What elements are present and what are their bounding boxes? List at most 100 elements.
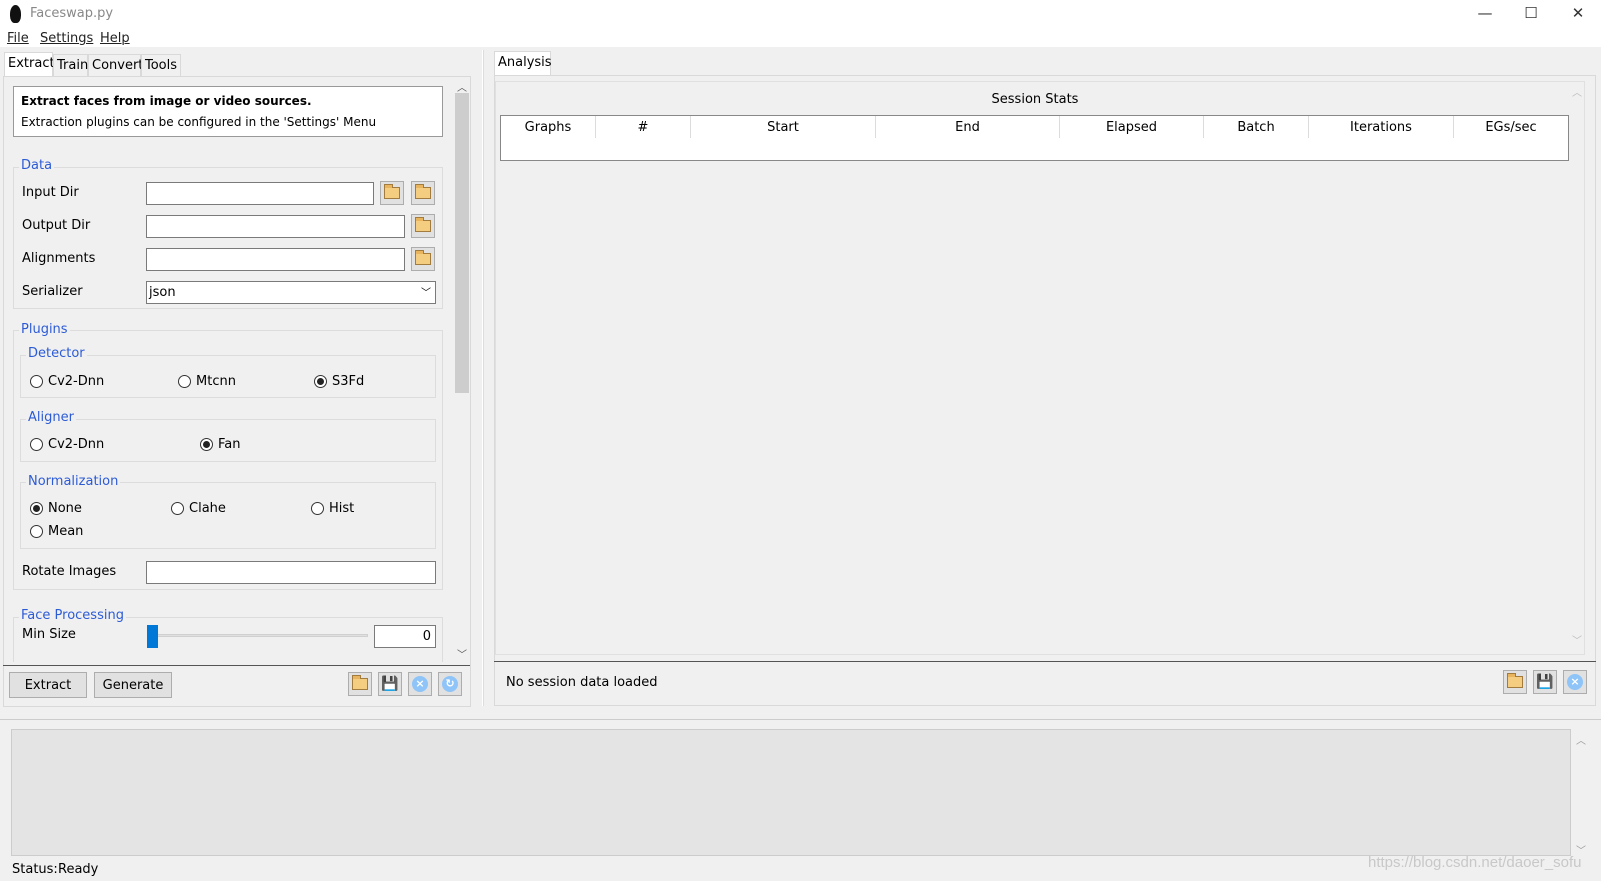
window-title: Faceswap.py <box>30 6 114 21</box>
min-size-label: Min Size <box>22 627 76 642</box>
normalization-none[interactable]: None <box>30 501 82 516</box>
normalization-mean[interactable]: Mean <box>30 524 83 539</box>
radio-selected-icon <box>314 375 327 388</box>
min-size-slider-thumb[interactable] <box>147 625 158 648</box>
browse-alignments-button[interactable] <box>411 247 435 271</box>
scroll-down-icon[interactable]: ﹀ <box>1572 632 1582 647</box>
info-box: Extract faces from image or video source… <box>13 86 443 137</box>
radio-icon <box>30 525 43 538</box>
min-size-slider-track[interactable] <box>150 634 368 637</box>
radio-icon <box>30 438 43 451</box>
folder-icon <box>415 217 431 232</box>
column-elapsed[interactable]: Elapsed <box>1060 116 1204 138</box>
menu-bar <box>0 30 1601 47</box>
save-icon: 💾 <box>1536 674 1554 690</box>
menu-settings[interactable]: Settings <box>40 31 93 46</box>
column-egs-sec[interactable]: EGs/sec <box>1454 116 1568 138</box>
folder-open-icon <box>415 250 431 265</box>
normalization-label: Normalization <box>26 474 121 489</box>
clear-session-button[interactable]: × <box>1563 670 1587 694</box>
detector-mtcnn[interactable]: Mtcnn <box>178 374 236 389</box>
session-stats-title: Session Stats <box>991 92 1079 107</box>
alignments-field[interactable] <box>146 248 405 271</box>
aligner-fan[interactable]: Fan <box>200 437 241 452</box>
save-button[interactable]: 💾 <box>378 672 402 696</box>
folder-icon <box>352 675 368 690</box>
watermark: https://blog.csdn.net/daoer_sofu <box>1368 854 1582 871</box>
tab-convert[interactable]: Convert <box>88 54 143 77</box>
radio-label: None <box>48 501 82 516</box>
browse-output-button[interactable] <box>411 214 435 238</box>
output-dir-field[interactable] <box>146 215 405 238</box>
status-label: Status: <box>12 862 58 877</box>
tab-analysis[interactable]: Analysis <box>494 51 552 76</box>
normalization-hist[interactable]: Hist <box>311 501 354 516</box>
chevron-down-icon: ﹀ <box>421 288 431 299</box>
console-output[interactable] <box>11 729 1571 856</box>
load-button[interactable] <box>348 672 372 696</box>
menu-file[interactable]: File <box>7 31 29 46</box>
menu-help[interactable]: Help <box>100 31 130 46</box>
output-dir-label: Output Dir <box>22 218 91 233</box>
maximize-button[interactable]: ☐ <box>1516 4 1546 22</box>
radio-icon <box>171 502 184 515</box>
folder-open-icon <box>384 184 400 199</box>
radio-label: Mtcnn <box>196 374 236 389</box>
tab-train[interactable]: Train <box>53 54 88 77</box>
load-session-button[interactable] <box>1503 670 1527 694</box>
extract-button[interactable]: Extract <box>9 672 87 698</box>
scroll-up-icon[interactable]: ︿ <box>1576 732 1586 747</box>
app-icon <box>10 5 21 23</box>
divider <box>0 719 1601 720</box>
column-graphs[interactable]: Graphs <box>501 116 596 138</box>
column-end[interactable]: End <box>876 116 1060 138</box>
column-iterations[interactable]: Iterations <box>1309 116 1454 138</box>
serializer-select[interactable]: json ﹀ <box>146 281 436 304</box>
scrollbar-thumb[interactable] <box>455 93 469 393</box>
minimize-button[interactable]: — <box>1470 4 1500 22</box>
browse-file-button[interactable] <box>411 181 435 205</box>
detector-s3fd[interactable]: S3Fd <box>314 374 364 389</box>
radio-selected-icon <box>30 502 43 515</box>
column-batch[interactable]: Batch <box>1204 116 1309 138</box>
serializer-label: Serializer <box>22 284 83 299</box>
radio-icon <box>178 375 191 388</box>
tab-extract[interactable]: Extract <box>4 52 55 77</box>
info-title: Extract faces from image or video source… <box>21 94 312 108</box>
min-size-field[interactable]: 0 <box>374 625 436 648</box>
radio-label: Fan <box>218 437 241 452</box>
radio-label: Clahe <box>189 501 226 516</box>
divider <box>494 661 1596 662</box>
pane-splitter[interactable] <box>482 50 484 706</box>
radio-label: Cv2-Dnn <box>48 437 105 452</box>
detector-label: Detector <box>26 346 87 361</box>
scroll-up-icon[interactable]: ︿ <box>1572 84 1582 99</box>
close-button[interactable]: ✕ <box>1563 4 1593 22</box>
reset-button[interactable]: ↻ <box>438 672 462 696</box>
column-number[interactable]: # <box>596 116 691 138</box>
input-dir-field[interactable] <box>146 182 374 205</box>
folder-icon <box>1507 673 1523 688</box>
aligner-label: Aligner <box>26 410 76 425</box>
detector-cv2-dnn[interactable]: Cv2-Dnn <box>30 374 104 389</box>
radio-icon <box>30 375 43 388</box>
clear-button[interactable]: × <box>408 672 432 696</box>
save-session-button[interactable]: 💾 <box>1533 670 1557 694</box>
radio-label: S3Fd <box>332 374 365 389</box>
data-group-label: Data <box>19 158 55 173</box>
rotate-images-field[interactable] <box>146 561 436 584</box>
alignments-label: Alignments <box>22 251 96 266</box>
clear-icon: × <box>412 676 428 692</box>
serializer-value: json <box>149 285 176 300</box>
browse-folder-button[interactable] <box>380 181 404 205</box>
scroll-down-icon[interactable]: ﹀ <box>457 646 467 661</box>
column-start[interactable]: Start <box>691 116 876 138</box>
normalization-clahe[interactable]: Clahe <box>171 501 226 516</box>
tab-tools[interactable]: Tools <box>141 54 181 77</box>
aligner-cv2-dnn[interactable]: Cv2-Dnn <box>30 437 104 452</box>
plugins-group-label: Plugins <box>19 322 70 337</box>
scroll-up-icon[interactable]: ︿ <box>457 79 467 94</box>
generate-button[interactable]: Generate <box>94 672 172 698</box>
status-value: Ready <box>58 862 99 877</box>
refresh-icon: ↻ <box>442 676 458 692</box>
